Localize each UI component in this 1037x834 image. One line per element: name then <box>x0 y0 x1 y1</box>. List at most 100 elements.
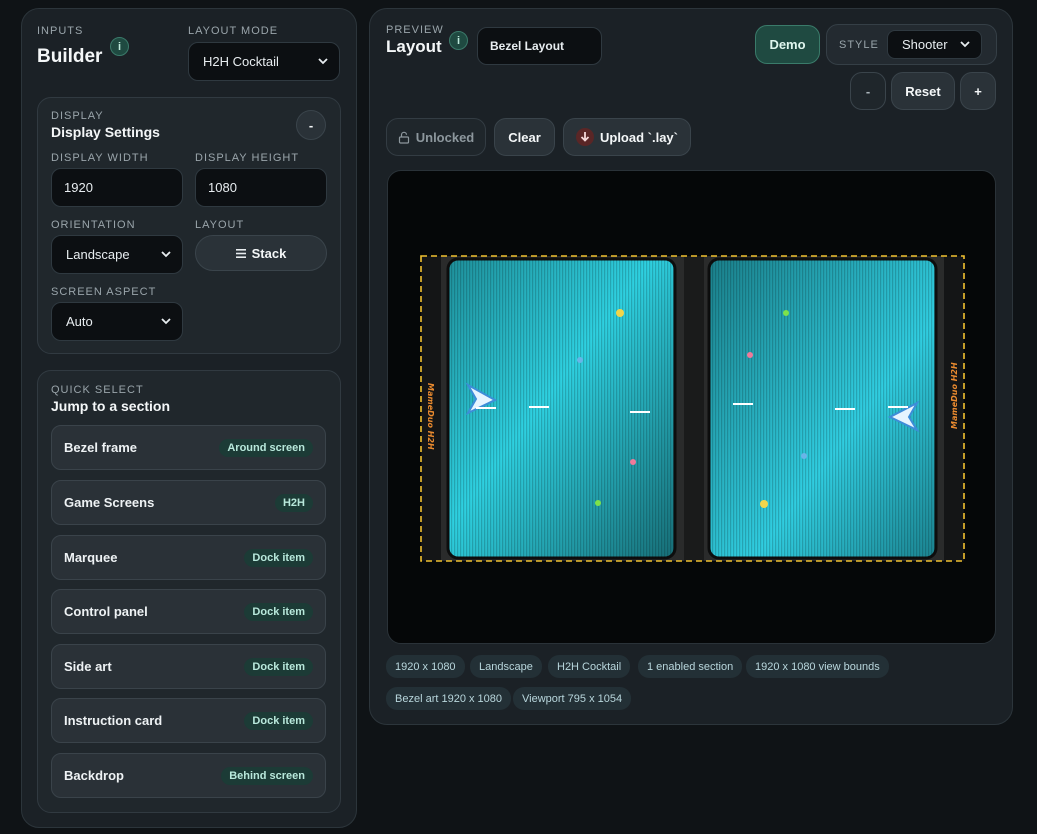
enemy-dot <box>747 352 753 358</box>
quick-select-game-screens[interactable]: Game Screens H2H <box>51 480 326 525</box>
quick-select-bezel-frame[interactable]: Bezel frame Around screen <box>51 425 326 470</box>
layout-mode-label: LAYOUT MODE <box>188 25 279 37</box>
screen-aspect-value: Auto <box>66 314 93 329</box>
display-eyebrow: DISPLAY <box>51 110 104 122</box>
chip-enabled-sections: 1 enabled section <box>638 655 743 678</box>
center-divider <box>684 256 704 561</box>
layout-preview-canvas[interactable]: MameDuo H2H MameDuo H2H <box>387 170 996 644</box>
screen-aspect-label: SCREEN ASPECT <box>51 286 157 298</box>
style-label: STYLE <box>839 39 879 51</box>
preview-panel: PREVIEW Layout i Bezel Layout Demo STYLE… <box>369 8 1013 725</box>
screen-aspect-select[interactable]: Auto <box>51 302 183 341</box>
list-item-badge: Around screen <box>219 438 313 457</box>
list-item-label: Backdrop <box>64 768 124 783</box>
chip-orientation: Landscape <box>470 655 542 678</box>
builder-title: Builder <box>37 46 103 67</box>
lock-toggle-label: Unlocked <box>415 129 475 145</box>
quick-select-section: QUICK SELECT Jump to a section Bezel fra… <box>37 370 341 813</box>
builder-info-icon[interactable]: i <box>110 37 129 56</box>
clear-button[interactable]: Clear <box>494 118 555 156</box>
layout-mode-select[interactable]: H2H Cocktail <box>188 42 340 81</box>
orientation-value: Landscape <box>66 247 130 262</box>
list-item-badge: Dock item <box>244 657 313 676</box>
quick-select-marquee[interactable]: Marquee Dock item <box>51 535 326 580</box>
layout-mode-value: H2H Cocktail <box>203 54 279 69</box>
list-item-badge: Behind screen <box>221 766 313 785</box>
builder-panel: INPUTS Builder i LAYOUT MODE H2H Cocktai… <box>21 8 357 828</box>
bullet <box>476 407 496 409</box>
display-settings-title: Display Settings <box>51 124 160 140</box>
display-height-label: DISPLAY HEIGHT <box>195 152 300 164</box>
upload-lay-button[interactable]: Upload `.lay` <box>563 118 691 156</box>
enemy-dot <box>801 453 807 459</box>
orientation-label: ORIENTATION <box>51 219 136 231</box>
display-height-field[interactable]: 1080 <box>195 168 327 207</box>
layout-label: LAYOUT <box>195 219 245 231</box>
list-item-label: Side art <box>64 659 112 674</box>
preview-eyebrow: PREVIEW <box>386 24 444 36</box>
unlock-icon <box>398 131 409 144</box>
chip-bezel-art: Bezel art 1920 x 1080 <box>386 687 512 710</box>
enemy-dot <box>783 310 789 316</box>
chevron-down-icon <box>161 250 171 257</box>
quick-select-control-panel[interactable]: Control panel Dock item <box>51 589 326 634</box>
orientation-select[interactable]: Landscape <box>51 235 183 274</box>
chevron-down-icon <box>960 40 970 47</box>
zoom-out-button[interactable]: - <box>850 72 886 110</box>
quick-select-backdrop[interactable]: Backdrop Behind screen <box>51 753 326 798</box>
collapse-display-button[interactable]: - <box>296 110 326 140</box>
side-logo-right: MameDuo H2H <box>950 362 959 429</box>
list-item-label: Control panel <box>64 604 148 619</box>
enemy-dot <box>577 357 583 363</box>
chip-resolution: 1920 x 1080 <box>386 655 465 678</box>
stack-layout-label: Stack <box>251 245 287 261</box>
scanline-overlay <box>709 259 936 558</box>
display-width-label: DISPLAY WIDTH <box>51 152 149 164</box>
style-value: Shooter <box>902 37 948 52</box>
side-logo-left: MameDuo H2H <box>426 383 435 450</box>
list-item-badge: Dock item <box>244 602 313 621</box>
enemy-dot <box>630 459 636 465</box>
bullet <box>733 403 753 405</box>
quick-select-title: Jump to a section <box>51 398 171 414</box>
layout-name-input[interactable]: Bezel Layout <box>477 27 602 65</box>
chevron-down-icon <box>161 317 171 324</box>
bullet <box>630 411 650 413</box>
list-item-label: Instruction card <box>64 713 163 728</box>
quick-select-side-art[interactable]: Side art Dock item <box>51 644 326 689</box>
preview-title: Layout <box>386 37 442 56</box>
list-item-badge: H2H <box>274 493 313 512</box>
preview-info-icon[interactable]: i <box>449 31 468 50</box>
download-arrow-icon <box>575 128 594 146</box>
bullet <box>888 406 908 408</box>
zoom-in-button[interactable]: + <box>960 72 996 110</box>
chip-view-bounds: 1920 x 1080 view bounds <box>746 655 889 678</box>
bullet <box>529 406 549 408</box>
enemy-dot <box>760 500 768 508</box>
list-item-badge: Dock item <box>244 711 313 730</box>
inputs-eyebrow: INPUTS <box>37 25 84 37</box>
bullet <box>835 408 855 410</box>
list-item-badge: Dock item <box>244 548 313 567</box>
style-select[interactable]: Shooter <box>887 30 982 59</box>
list-item-label: Bezel frame <box>64 440 137 455</box>
list-item-label: Marquee <box>64 550 118 565</box>
chevron-down-icon <box>318 57 328 64</box>
chip-viewport: Viewport 795 x 1054 <box>513 687 632 710</box>
style-control: STYLE Shooter <box>826 24 997 65</box>
display-width-field[interactable]: 1920 <box>51 168 183 207</box>
demo-button[interactable]: Demo <box>755 25 820 64</box>
reset-button[interactable]: Reset <box>891 72 955 110</box>
display-settings-section: DISPLAY Display Settings - DISPLAY WIDTH… <box>37 97 341 354</box>
enemy-dot <box>595 500 601 506</box>
stack-layout-button[interactable]: Stack <box>195 235 327 271</box>
stack-icon <box>235 248 246 258</box>
upload-lay-label: Upload `.lay` <box>599 129 678 145</box>
list-item-label: Game Screens <box>64 495 155 510</box>
chip-layout-mode: H2H Cocktail <box>548 655 631 678</box>
quick-select-instruction-card[interactable]: Instruction card Dock item <box>51 698 326 743</box>
cocktail-preview: MameDuo H2H MameDuo H2H <box>420 255 965 562</box>
lock-toggle-button[interactable]: Unlocked <box>386 118 486 156</box>
quick-select-eyebrow: QUICK SELECT <box>51 384 144 396</box>
enemy-dot <box>616 309 624 317</box>
